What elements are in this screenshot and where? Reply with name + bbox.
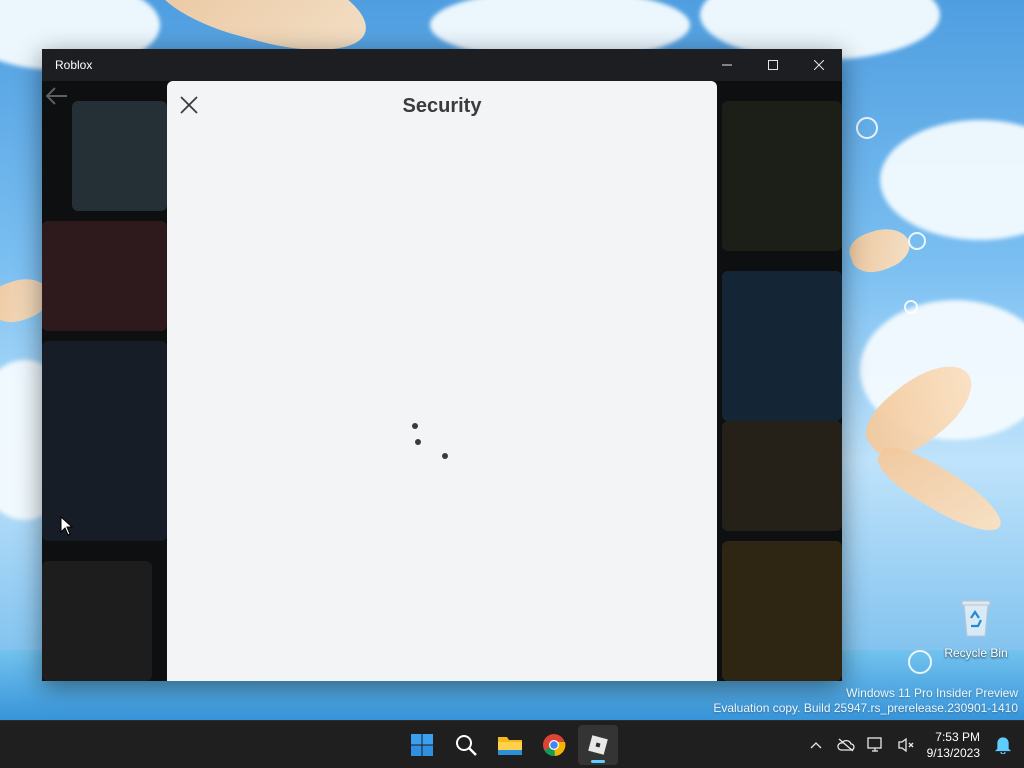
- game-thumbnail: [722, 421, 842, 531]
- cloud-offline-icon: [836, 738, 855, 752]
- game-thumbnail: [722, 101, 842, 251]
- watermark-line: Windows 11 Pro Insider Preview: [846, 686, 1018, 700]
- taskbar: 7:53 PM 9/13/2023: [0, 720, 1024, 768]
- chrome-button[interactable]: [534, 725, 574, 765]
- bell-icon: [995, 737, 1011, 754]
- recycle-bin-label: Recycle Bin: [944, 646, 1008, 660]
- network-icon: [866, 737, 882, 752]
- recycle-bin-icon: [959, 598, 993, 638]
- clock-date: 9/13/2023: [926, 746, 980, 760]
- minimize-button[interactable]: [704, 49, 750, 81]
- game-thumbnail: [42, 221, 167, 331]
- recycle-bin-desktop-icon[interactable]: Recycle Bin: [940, 598, 1012, 660]
- window-titlebar[interactable]: Roblox: [42, 49, 842, 81]
- clock-time: 7:53 PM: [935, 730, 980, 744]
- game-thumbnail: [42, 561, 152, 681]
- mouse-cursor-icon: [60, 516, 74, 536]
- clock[interactable]: 7:53 PM 9/13/2023: [921, 729, 988, 761]
- maximize-icon: [768, 60, 778, 70]
- loading-dot: [412, 423, 418, 429]
- modal-title: Security: [402, 95, 482, 117]
- game-thumbnail: [72, 101, 167, 211]
- onedrive-button[interactable]: [831, 725, 861, 765]
- windows-logo-icon: [411, 734, 433, 756]
- loading-dot: [442, 453, 448, 459]
- minimize-icon: [722, 64, 732, 66]
- file-explorer-button[interactable]: [490, 725, 530, 765]
- game-thumbnail: [722, 541, 842, 681]
- watermark-line: Evaluation copy. Build 25947.rs_prerelea…: [713, 701, 1018, 715]
- window-title: Roblox: [55, 58, 93, 72]
- game-thumbnail: [722, 271, 842, 421]
- search-icon: [456, 735, 477, 756]
- modal-header: Security: [167, 81, 717, 131]
- loading-dot: [415, 439, 421, 445]
- network-button[interactable]: [861, 725, 891, 765]
- back-button[interactable]: [44, 83, 70, 109]
- roblox-icon: [588, 735, 608, 755]
- roblox-app-content: Security: [42, 81, 842, 681]
- arrow-left-icon: [46, 87, 67, 105]
- windows-watermark: Windows 11 Pro Insider Preview Evaluatio…: [713, 686, 1018, 716]
- search-button[interactable]: [446, 725, 486, 765]
- chrome-icon: [543, 734, 566, 757]
- chevron-up-icon: [810, 742, 822, 749]
- close-window-button[interactable]: [796, 49, 842, 81]
- close-icon: [814, 60, 824, 70]
- maximize-button[interactable]: [750, 49, 796, 81]
- system-tray: 7:53 PM 9/13/2023: [801, 721, 1024, 768]
- game-thumbnail: [42, 341, 167, 541]
- show-hidden-icons-button[interactable]: [801, 725, 831, 765]
- volume-muted-icon: [897, 737, 914, 753]
- folder-icon: [498, 737, 522, 755]
- volume-button[interactable]: [891, 725, 921, 765]
- taskbar-apps: [402, 721, 618, 768]
- roblox-window: Roblox Security: [42, 49, 842, 681]
- roblox-taskbar-button[interactable]: [578, 725, 618, 765]
- security-modal: Security: [167, 81, 717, 681]
- notifications-button[interactable]: [988, 725, 1018, 765]
- start-button[interactable]: [402, 725, 442, 765]
